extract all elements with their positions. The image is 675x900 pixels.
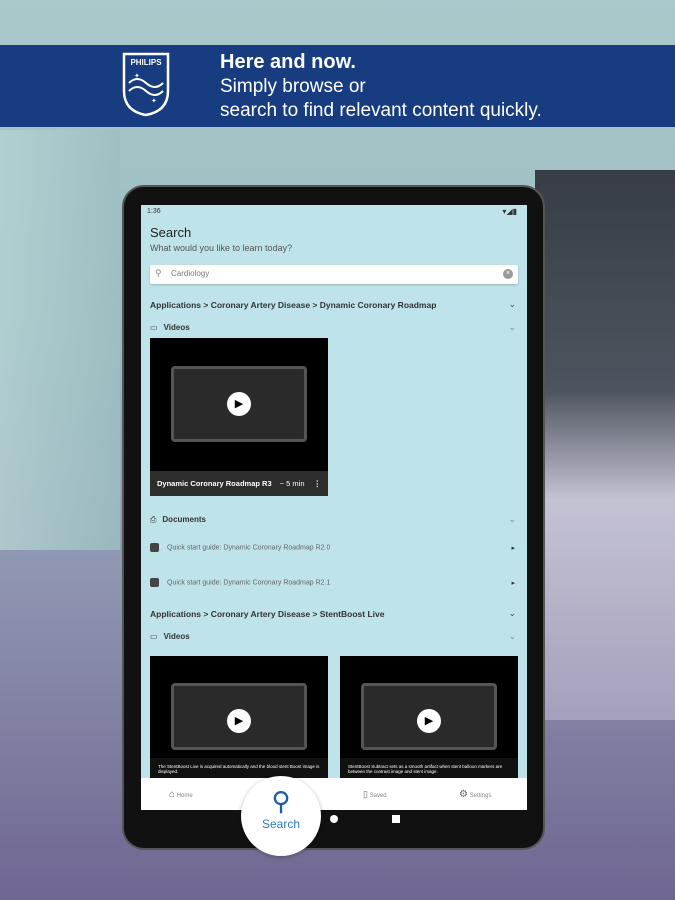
document-item[interactable]: Quick start guide: Dynamic Coronary Road… [150,543,330,552]
chevron-down-icon[interactable]: ⌄ [508,608,516,619]
chevron-down-icon[interactable]: ⌄ [508,631,516,642]
gear-icon: ⚙ [459,789,468,800]
nav-saved[interactable]: ▯ Saved [363,789,387,800]
video-card[interactable]: ▶ StentBoost Subtract sets as a smooth a… [340,656,518,778]
banner-headline: Here and now. [220,51,356,73]
page-subtitle: What would you like to learn today? [150,243,293,253]
videos-section-header[interactable]: ▭ Videos [150,632,190,641]
search-icon: ⚲ [271,786,291,816]
video-caption: StentBoost Subtract sets as a smooth art… [340,758,518,778]
more-icon[interactable]: ⋮ [314,479,322,488]
promo-banner: PHILIPS ✦ ✦ Here and now. Simply browse o… [0,45,675,127]
chevron-down-icon[interactable]: ⌄ [508,514,516,525]
status-icons: ▾◢▮ [502,207,517,216]
recents-button-icon[interactable] [392,815,400,823]
svg-text:✦: ✦ [151,97,157,105]
nav-settings[interactable]: ⚙ Settings [459,789,491,800]
video-card[interactable]: ▶ The StentBoost Live is acquired automa… [150,656,328,778]
banner-text-2: search to find relevant content quickly. [220,100,542,121]
pdf-icon [150,578,159,587]
document-item[interactable]: Quick start guide: Dynamic Coronary Road… [150,578,330,587]
arrow-right-icon[interactable]: ▸ [511,579,515,587]
search-input[interactable]: ⚲ Cardiology × [150,265,518,284]
philips-shield-logo: PHILIPS ✦ ✦ [122,52,170,117]
nav-search-highlight[interactable]: ⚲ Search [241,776,321,856]
page-title: Search [150,225,192,240]
video-title: Dynamic Coronary Roadmap R3 [157,479,272,488]
breadcrumb[interactable]: Applications > Coronary Artery Disease >… [150,609,384,619]
background-room-left [0,130,120,550]
chevron-down-icon[interactable]: ⌄ [508,322,516,333]
search-value: Cardiology [171,269,210,278]
chevron-down-icon[interactable]: ⌄ [508,299,516,310]
video-card[interactable]: ▶ Dynamic Coronary Roadmap R3 ~ 5 min ⋮ [150,338,328,496]
video-icon: ▭ [150,632,158,641]
play-icon[interactable]: ▶ [417,708,441,733]
pdf-icon [150,543,159,552]
videos-section-header[interactable]: ▭ Videos [150,323,190,332]
nav-home[interactable]: ⌂ Home [169,789,193,800]
play-icon[interactable]: ▶ [227,708,251,733]
banner-text-1: Simply browse or [220,76,366,97]
bottom-navigation: ⌂ Home ▯ Saved ⚙ Settings [141,778,527,810]
search-icon: ⚲ [155,268,162,278]
video-caption-bar: Dynamic Coronary Roadmap R3 ~ 5 min ⋮ [150,471,328,496]
video-icon: ▭ [150,323,158,332]
video-caption: The StentBoost Live is acquired automati… [150,758,328,778]
video-duration: ~ 5 min [279,479,305,488]
clear-icon[interactable]: × [503,269,513,279]
home-icon: ⌂ [169,789,176,800]
android-nav-bar [141,810,527,830]
app-screen: 1:36 ▾◢▮ Search What would you like to l… [141,205,527,810]
nav-search-label: Search [261,817,301,831]
svg-text:✦: ✦ [134,72,140,80]
home-button-icon[interactable] [330,815,338,823]
breadcrumb[interactable]: Applications > Coronary Artery Disease >… [150,300,436,310]
bookmark-icon: ▯ [363,789,368,799]
status-time: 1:36 [147,208,161,215]
background-monitor-right [535,170,675,720]
arrow-right-icon[interactable]: ▸ [511,544,515,552]
svg-text:PHILIPS: PHILIPS [130,58,162,67]
document-icon: ⎙ [150,515,157,524]
documents-section-header[interactable]: ⎙ Documents [150,515,206,525]
